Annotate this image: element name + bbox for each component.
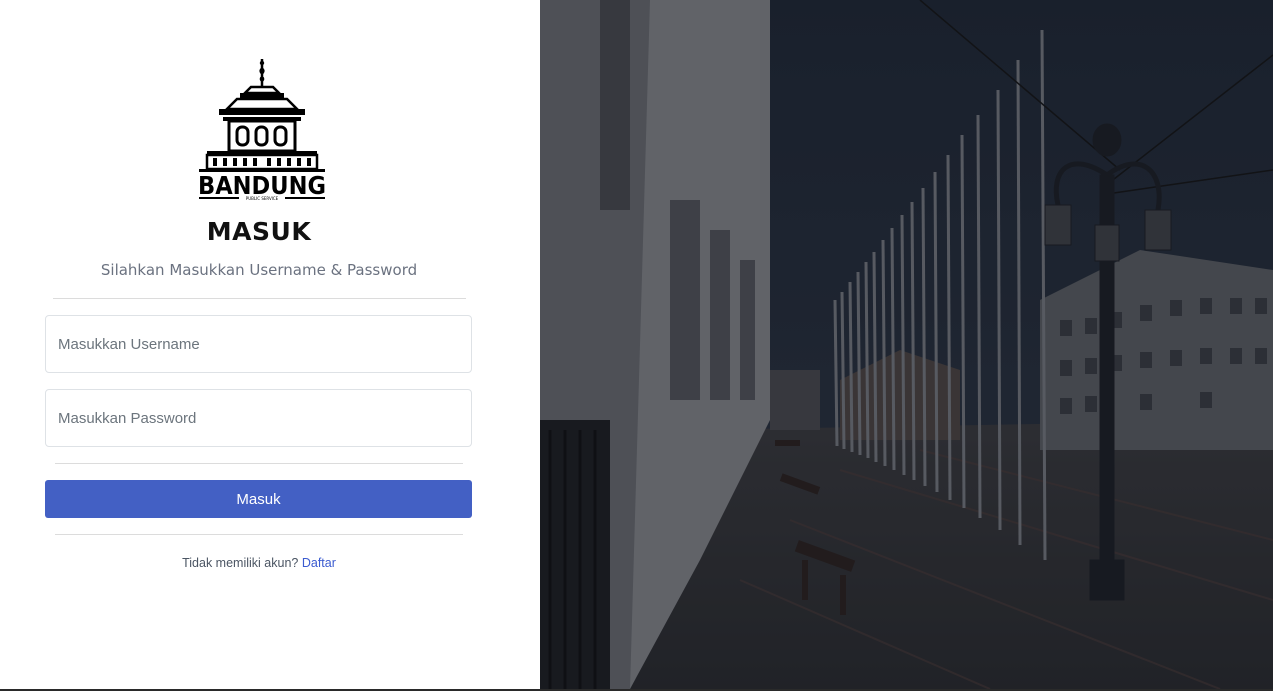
page-title: MASUK [206, 217, 312, 246]
divider [55, 463, 463, 464]
page-subtitle: Silahkan Masukkan Username & Password [100, 261, 418, 279]
bandung-logo-icon: BANDUNG PUBLIC SERVICE [198, 59, 326, 201]
no-account-text: Tidak memiliki akun? [182, 556, 299, 570]
login-panel: BANDUNG PUBLIC SERVICE MASUK Silahkan Ma… [0, 0, 540, 691]
register-prompt: Tidak memiliki akun? Daftar [0, 556, 518, 570]
divider [53, 298, 466, 299]
svg-text:PUBLIC SERVICE: PUBLIC SERVICE [246, 196, 279, 201]
street-scene-image [540, 0, 1273, 689]
background-photo [540, 0, 1273, 689]
password-input[interactable] [45, 389, 472, 447]
username-input[interactable] [45, 315, 472, 373]
divider [55, 534, 463, 535]
login-button[interactable]: Masuk [45, 480, 472, 518]
register-link[interactable]: Daftar [302, 556, 336, 570]
